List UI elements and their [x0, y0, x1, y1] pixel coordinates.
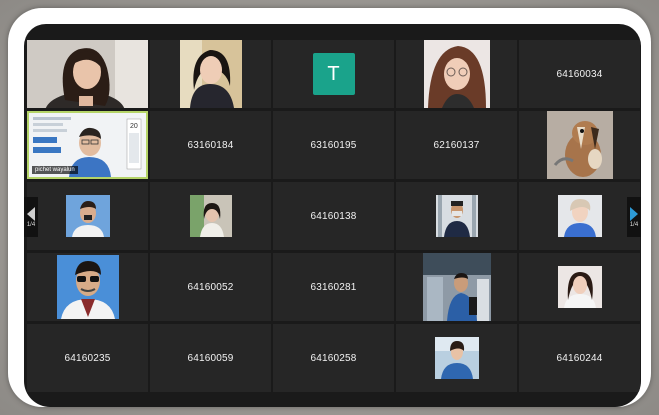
participant-video: [422, 253, 491, 321]
participant-name: 64160138: [310, 210, 357, 222]
participant-photo: [189, 195, 232, 237]
participant-tile-id[interactable]: 64160244: [519, 324, 640, 392]
participant-tile-profile-picture[interactable]: [396, 324, 517, 392]
participant-photo: [557, 266, 602, 308]
participant-tile-id[interactable]: 64160034: [519, 40, 640, 108]
participant-tile-video[interactable]: [396, 40, 517, 108]
participant-photo: [56, 255, 119, 319]
participant-tile-id[interactable]: 64160138: [273, 182, 394, 250]
participant-tile-active-speaker[interactable]: 20 pichet wayalun: [27, 111, 148, 179]
participant-photo: [435, 195, 478, 237]
participant-tile-id[interactable]: 63160281: [273, 253, 394, 321]
participant-name: 64160059: [187, 352, 234, 364]
participant-tile-id[interactable]: 63160195: [273, 111, 394, 179]
participant-video: [179, 40, 242, 108]
avatar-initial: T: [312, 53, 355, 95]
participant-tile-id[interactable]: 64160258: [273, 324, 394, 392]
participant-tile-video[interactable]: [150, 40, 271, 108]
participant-photo: [557, 195, 602, 237]
participant-video: [27, 40, 148, 108]
participant-video: [423, 40, 490, 108]
participant-tile-profile-picture[interactable]: [519, 253, 640, 321]
participant-tile-profile-picture[interactable]: [519, 111, 640, 179]
next-page-button[interactable]: 1/4: [627, 197, 641, 237]
participant-nametag: pichet wayalun: [32, 166, 78, 174]
svg-text:20: 20: [130, 123, 138, 130]
participant-name: 64160235: [64, 352, 111, 364]
participant-tile-video[interactable]: [396, 253, 517, 321]
participant-tile-profile-picture[interactable]: [519, 182, 640, 250]
participant-photo: [65, 195, 110, 237]
participant-tile-id[interactable]: 64160052: [150, 253, 271, 321]
participant-tile-video[interactable]: [27, 40, 148, 108]
participant-tile-profile-picture[interactable]: [27, 182, 148, 250]
previous-page-button[interactable]: 1/4: [24, 197, 38, 237]
participant-name: 64160258: [310, 352, 357, 364]
participant-name: 64160052: [187, 281, 234, 293]
participant-tile-profile-picture[interactable]: [396, 182, 517, 250]
page-indicator: 1/4: [26, 221, 36, 228]
participant-name: 63160184: [187, 139, 234, 151]
participant-name: 64160034: [556, 68, 603, 80]
participant-name: 64160244: [556, 352, 603, 364]
participant-tile-profile-picture[interactable]: [27, 253, 148, 321]
page-indicator: 1/4: [629, 221, 639, 228]
participant-tile-id[interactable]: 64160235: [27, 324, 148, 392]
participant-tile-id[interactable]: 63160184: [150, 111, 271, 179]
participant-name: 63160281: [310, 281, 357, 293]
participant-tile-avatar[interactable]: T: [273, 40, 394, 108]
squirrel-profile-picture: [546, 111, 613, 179]
arrow-right-icon: [630, 206, 638, 221]
participant-tile-id[interactable]: 62160137: [396, 111, 517, 179]
participant-tile-id[interactable]: 64160059: [150, 324, 271, 392]
participant-name: 62160137: [433, 139, 480, 151]
participant-name: 63160195: [310, 139, 357, 151]
participant-photo: [434, 337, 479, 379]
meeting-window: T 64160034 20 pichet wayalun 63160184 63…: [24, 24, 641, 407]
participant-tile-profile-picture[interactable]: [150, 182, 271, 250]
arrow-left-icon: [27, 206, 35, 221]
gallery-grid: T 64160034 20 pichet wayalun 63160184 63…: [27, 40, 641, 396]
